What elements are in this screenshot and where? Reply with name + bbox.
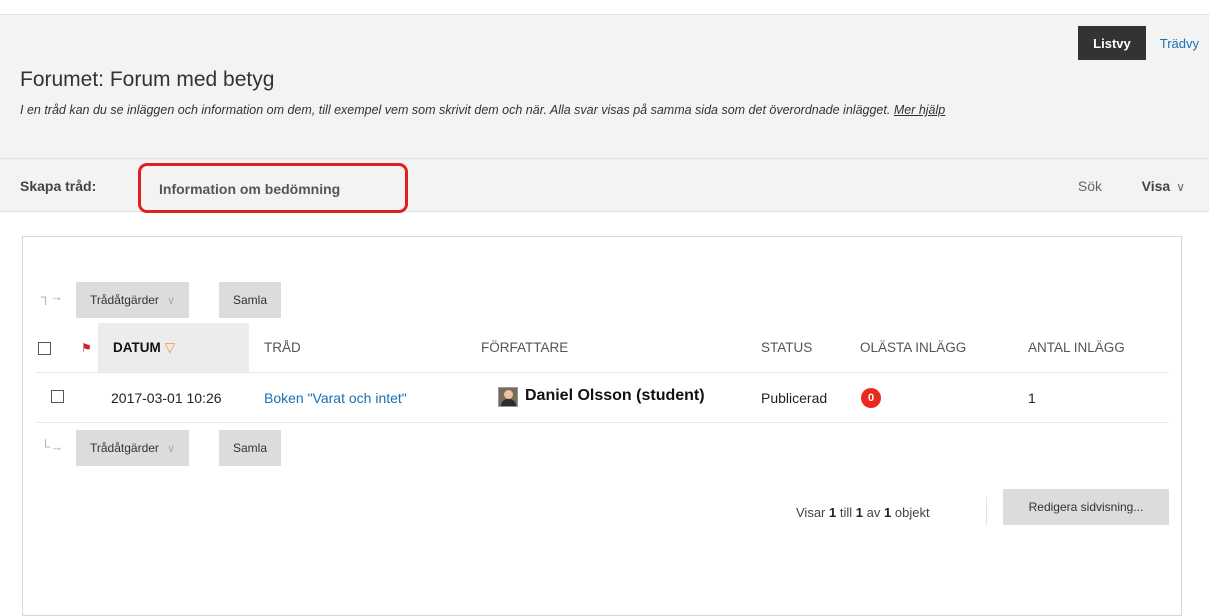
description-text: I en tråd kan du se inläggen och informa… bbox=[20, 103, 891, 117]
view-menu[interactable]: Visa ∨ bbox=[1142, 178, 1185, 194]
sort-down-icon: ▽ bbox=[164, 340, 176, 355]
edit-paging-button[interactable]: Redigera sidvisning... bbox=[1003, 489, 1169, 525]
thread-link[interactable]: Boken "Varat och intet" bbox=[264, 390, 407, 406]
view-menu-label: Visa bbox=[1141, 178, 1171, 194]
paging-total: 1 bbox=[884, 505, 892, 520]
avatar bbox=[498, 387, 518, 407]
corner-arrow-icon: ┐→ bbox=[41, 289, 64, 304]
date-column-header[interactable]: DATUM ▽ bbox=[98, 323, 249, 373]
page-description: I en tråd kan du se inläggen och informa… bbox=[20, 103, 945, 117]
list-view-button[interactable]: Listvy bbox=[1078, 26, 1146, 60]
row-author[interactable]: Daniel Olsson (student) bbox=[525, 387, 705, 405]
tree-view-link[interactable]: Trädvy bbox=[1146, 36, 1209, 51]
help-link[interactable]: Mer hjälp bbox=[894, 103, 945, 117]
unread-column-header[interactable]: OLÄSTA INLÄGG bbox=[860, 340, 966, 355]
thread-list-panel: ┐→ Trådåtgärder ∨ Samla ⚑ DATUM ▽ TRÅD FÖR… bbox=[22, 236, 1182, 616]
paging-suffix: objekt bbox=[894, 505, 930, 520]
grading-info-label: Information om bedömning bbox=[159, 181, 341, 197]
double-chevron-icon: ∨ bbox=[166, 294, 175, 307]
paging-to-word: till bbox=[839, 505, 853, 520]
status-column-header[interactable]: STATUS bbox=[761, 340, 812, 355]
date-header-label: DATUM bbox=[113, 340, 161, 355]
row-divider bbox=[36, 422, 1169, 423]
author-column-header[interactable]: FÖRFATTARE bbox=[481, 340, 568, 355]
paging-info: Visar 1 till 1 av 1 objekt bbox=[796, 505, 930, 520]
row-date: 2017-03-01 10:26 bbox=[111, 390, 222, 406]
thread-actions-label: Trådåtgärder bbox=[90, 441, 159, 455]
search-link[interactable]: Sök bbox=[1078, 178, 1102, 194]
paging-from: 1 bbox=[829, 505, 837, 520]
corner-arrow-icon: └→ bbox=[41, 439, 64, 454]
action-bar: Skapa tråd: Information om bedömning Sök… bbox=[0, 158, 1209, 213]
row-status: Publicerad bbox=[761, 390, 828, 406]
collect-label: Samla bbox=[233, 293, 268, 307]
header-divider bbox=[36, 372, 1169, 373]
paging-prefix: Visar bbox=[796, 505, 826, 520]
thread-column-header[interactable]: TRÅD bbox=[264, 340, 301, 355]
collect-button-bottom[interactable]: Samla bbox=[219, 430, 282, 466]
select-all-checkbox[interactable] bbox=[38, 342, 51, 355]
thread-actions-button-bottom[interactable]: Trådåtgärder ∨ bbox=[76, 430, 189, 466]
unread-count-badge[interactable]: 0 bbox=[861, 388, 881, 408]
thread-actions-label: Trådåtgärder bbox=[90, 293, 159, 307]
row-checkbox[interactable] bbox=[51, 390, 64, 403]
thread-actions-button-top[interactable]: Trådåtgärder ∨ bbox=[76, 282, 189, 318]
view-toggle: Listvy Trädvy bbox=[1078, 26, 1209, 60]
paging-separator bbox=[986, 497, 987, 525]
page-title: Forumet: Forum med betyg bbox=[20, 68, 275, 91]
row-total: 1 bbox=[1028, 390, 1036, 406]
paging-of-word: av bbox=[866, 505, 881, 520]
total-column-header[interactable]: ANTAL INLÄGG bbox=[1028, 340, 1125, 355]
paging-to: 1 bbox=[855, 505, 864, 520]
chevron-down-icon: ∨ bbox=[1176, 180, 1185, 194]
create-thread-label: Skapa tråd: bbox=[20, 178, 97, 194]
flag-icon[interactable]: ⚑ bbox=[81, 341, 92, 355]
grading-info-button[interactable]: Information om bedömning bbox=[138, 163, 408, 213]
collect-button-top[interactable]: Samla bbox=[219, 282, 282, 318]
double-chevron-icon: ∨ bbox=[166, 442, 175, 455]
collect-label: Samla bbox=[233, 441, 268, 455]
